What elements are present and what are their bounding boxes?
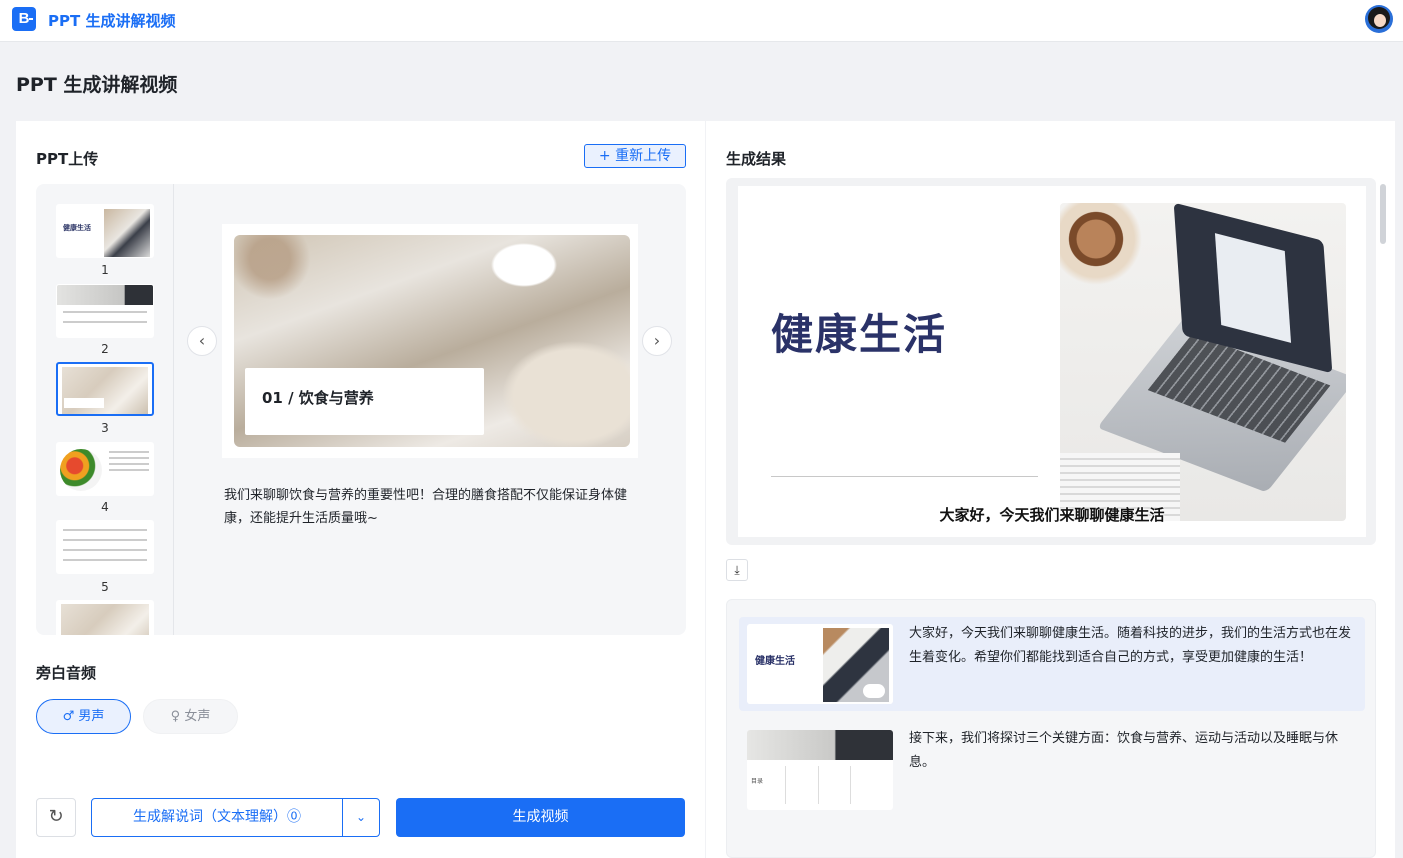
narration-thumbnail: 健康生活 [747, 624, 893, 704]
narration-audio-heading: 旁白音频 [36, 664, 97, 682]
thumbnail-number: 3 [101, 421, 109, 435]
desk-photo-icon [57, 285, 153, 305]
coffee-cup-icon [1060, 203, 1150, 293]
slide-narration-text: 我们来聊聊饮食与营养的重要性吧！合理的膳食搭配不仅能保证身体健康，还能提升生活质… [224, 488, 628, 526]
slides-area: 健康生活 1 2 3 4 5 ‹ › 01 / 饮食与营养 我们来聊聊饮食与营养… [36, 184, 686, 635]
audio-badge-icon [863, 684, 885, 698]
ppt-upload-heading: PPT上传 [36, 150, 99, 168]
narration-thumbnail: 目录 [747, 730, 893, 810]
slide-label-card: 01 / 饮食与营养 [245, 368, 484, 435]
table-lines-icon [63, 529, 147, 569]
laptop-photo [1060, 203, 1346, 521]
slide-thumbnail-3[interactable] [56, 362, 154, 416]
next-slide-button[interactable]: › [642, 326, 672, 356]
thumbnail-title: 健康生活 [755, 656, 795, 667]
thumbnail-list[interactable]: 健康生活 1 2 3 4 5 [36, 184, 174, 635]
thumbnail-title: 健康生活 [63, 224, 91, 232]
video-slide-title: 健康生活 [771, 310, 948, 359]
narration-list-item[interactable]: 健康生活 大家好，今天我们来聊聊健康生活。随着科技的进步，我们的生活方式也在发生… [739, 617, 1365, 711]
narration-list: 健康生活 大家好，今天我们来聊聊健康生活。随着科技的进步，我们的生活方式也在发生… [726, 599, 1376, 858]
ppt-upload-panel: PPT上传 + 重新上传 健康生活 1 2 3 4 5 ‹ › 01 / 饮食与… [16, 121, 705, 858]
video-player[interactable]: 健康生活 大家好，今天我们来聊聊健康生活 [726, 178, 1376, 545]
chevron-down-icon[interactable]: ⌄ [342, 798, 380, 837]
slide-preview: 01 / 饮食与营养 [222, 224, 638, 458]
male-voice-button[interactable]: ♂ 男声 [36, 699, 131, 734]
app-title: PPT 生成讲解视频 [48, 12, 176, 30]
top-bar: B PPT 生成讲解视频 [0, 0, 1403, 42]
thumbnail-label: 目录 [751, 778, 764, 785]
text-lines-icon [109, 451, 149, 475]
agenda-lines-icon [63, 311, 147, 331]
linen-photo-icon [61, 604, 149, 635]
thumbnail-number: 1 [101, 263, 109, 277]
dried-flowers-icon [234, 235, 354, 315]
screen-document-icon [1214, 233, 1292, 343]
slide-preview-image: 01 / 饮食与营养 [234, 235, 630, 447]
narration-text: 大家好，今天我们来聊聊健康生活。随着科技的进步，我们的生活方式也在发生着变化。希… [909, 626, 1352, 665]
result-heading: 生成结果 [726, 150, 787, 168]
generate-video-button[interactable]: 生成视频 [396, 798, 685, 837]
slide-label: 01 / 饮食与营养 [262, 389, 374, 407]
desk-photo-icon [747, 730, 893, 760]
food-bowl-icon [60, 449, 102, 491]
slide-thumbnail-4[interactable] [56, 442, 154, 496]
thumbnail-number: 2 [101, 342, 109, 356]
laptop-photo-icon [104, 209, 150, 257]
thumbnail-number: 5 [101, 580, 109, 594]
video-frame: 健康生活 大家好，今天我们来聊聊健康生活 [738, 186, 1366, 537]
prev-slide-button[interactable]: ‹ [187, 326, 217, 356]
page-title: PPT 生成讲解视频 [16, 74, 178, 96]
slide-thumbnail-5[interactable] [56, 520, 154, 574]
title-divider [771, 476, 1038, 477]
app-logo-icon: B [12, 7, 36, 31]
thumbnail-card-icon [64, 398, 104, 408]
scrollbar[interactable] [1380, 184, 1386, 244]
user-avatar[interactable] [1365, 5, 1393, 33]
thumbnail-number: 4 [101, 500, 109, 514]
reset-icon[interactable]: ↻ [36, 798, 76, 837]
generate-script-button[interactable]: 生成解说词（文本理解）⓪ [91, 798, 343, 837]
female-voice-button[interactable]: ♀ 女声 [143, 699, 238, 734]
download-icon[interactable]: ⤓ [726, 559, 748, 581]
slide-thumbnail-2[interactable] [56, 284, 154, 338]
video-subtitle: 大家好，今天我们来聊聊健康生活 [939, 506, 1165, 524]
result-panel: 生成结果 健康生活 大家好，今天我们来聊聊健康生活 ⤓ 健康生活 大家好，今天我… [706, 121, 1395, 858]
narration-text: 接下来，我们将探讨三个关键方面：饮食与营养、运动与活动以及睡眠与休息。 [909, 731, 1339, 770]
slide-thumbnail-1[interactable]: 健康生活 [56, 204, 154, 258]
avatar-face-icon [1374, 14, 1386, 27]
narration-list-item[interactable]: 目录 接下来，我们将探讨三个关键方面：饮食与营养、运动与活动以及睡眠与休息。 [739, 721, 1365, 815]
slide-thumbnail-6[interactable] [56, 600, 154, 635]
agenda-columns-icon [785, 766, 887, 806]
reupload-button[interactable]: + 重新上传 [584, 144, 686, 168]
